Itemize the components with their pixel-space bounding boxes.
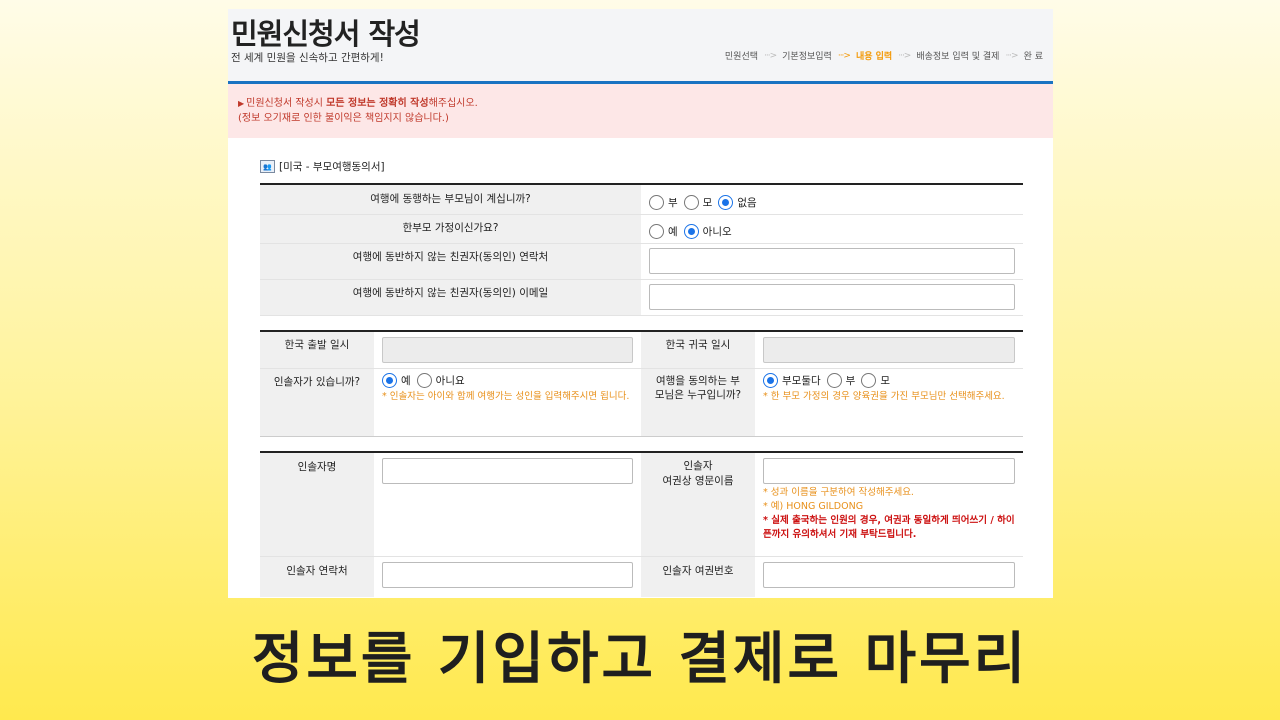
table-row: 인솔자명 인솔자 여권상 영문이름 * 성과 이름을 구분하여 작성해주세요. …: [260, 453, 1023, 557]
escort-phone-input[interactable]: [382, 562, 633, 588]
depart-date-input[interactable]: [382, 337, 633, 363]
radio-circle-selected[interactable]: [382, 373, 397, 388]
escort-hint: * 인솔자는 아이와 함께 여행가는 성인을 입력해주시면 됩니다.: [382, 391, 630, 402]
page-header: 민원신청서 작성 전 세계 민원을 신속하고 간편하게! 민원선택 ···> 기…: [228, 9, 1053, 81]
table-row: 한국 출발 일시 한국 귀국 일시: [260, 332, 1023, 369]
radio-escort-yes[interactable]: 예: [382, 373, 411, 388]
escort-phone-label: 인솔자 연락처: [260, 557, 374, 597]
notice-box: ▶ 민원신청서 작성시 모든 정보는 정확히 작성해주십시오. (정보 오기재로 …: [228, 84, 1053, 138]
people-icon: 👥: [260, 160, 275, 173]
escort-passport-label: 인솔자 여권번호: [641, 557, 755, 597]
radio-circle-selected[interactable]: [718, 195, 734, 210]
escort-eng-name-input[interactable]: [763, 458, 1015, 484]
q3-cell: [641, 244, 1023, 279]
notice-line1: ▶ 민원신청서 작성시 모든 정보는 정확히 작성해주십시오.: [238, 98, 478, 109]
eng-hint-3: * 실제 출국하는 인원의 경우, 여권과 동일하게 띄어쓰기 / 하이픈까지 …: [763, 515, 1015, 540]
radio-none[interactable]: 없음: [718, 191, 757, 214]
radio-circle[interactable]: [416, 373, 432, 388]
step-basic-info: 기본정보입력: [782, 52, 832, 62]
radio-circle-selected[interactable]: [763, 373, 778, 388]
eng-hint-1: * 성과 이름을 구분하여 작성해주세요.: [763, 487, 914, 498]
radio-father[interactable]: 부: [649, 191, 678, 214]
depart-label: 한국 출발 일시: [260, 332, 374, 368]
step-arrow-icon: ···>: [1005, 50, 1018, 61]
radio-circle[interactable]: [649, 195, 664, 210]
step-delivery-payment: 배송정보 입력 및 결제: [916, 52, 1000, 62]
step-content-input: 내용 입력: [855, 52, 893, 62]
radio-consent-father[interactable]: 부: [826, 373, 855, 388]
escort-label: 인솔자가 있습니까?: [260, 369, 374, 436]
caption-text: 정보를 기입하고 결제로 마무리: [251, 627, 1029, 692]
radio-both-parents[interactable]: 부모둘다: [763, 373, 821, 388]
q2-options: 예 아니오: [641, 215, 1023, 243]
page-title: 민원신청서 작성: [231, 17, 421, 51]
radio-circle[interactable]: [649, 224, 664, 239]
table-row: 여행에 동반하지 않는 친권자(동의인) 연락처: [260, 244, 1023, 280]
radio-escort-no[interactable]: 아니요: [416, 373, 465, 388]
screenshot-panel: 민원신청서 작성 전 세계 민원을 신속하고 간편하게! 민원선택 ···> 기…: [228, 9, 1053, 598]
consent-hint: * 한 부모 가정의 경우 양육권을 가진 부모님만 선택해주세요.: [763, 391, 1005, 402]
escort-eng-cell: * 성과 이름을 구분하여 작성해주세요. * 예) HONG GILDONG …: [755, 453, 1023, 556]
return-cell: [755, 332, 1023, 368]
q2-label: 한부모 가정이신가요?: [260, 215, 641, 243]
return-label: 한국 귀국 일시: [641, 332, 755, 368]
radio-circle[interactable]: [683, 195, 699, 210]
triangle-icon: ▶: [238, 99, 245, 108]
radio-circle-selected[interactable]: [683, 224, 699, 239]
q1-options: 부 모 없음: [641, 185, 1023, 214]
escort-eng-label: 인솔자 여권상 영문이름: [641, 453, 755, 556]
radio-consent-mother[interactable]: 모: [861, 373, 890, 388]
table-row: 여행에 동행하는 부모님이 계십니까? 부 모 없음: [260, 185, 1023, 215]
step-complete: 완 료: [1023, 52, 1043, 62]
consent-label: 여행을 동의하는 부모님은 누구입니까?: [641, 369, 755, 436]
step-arrow-icon: ···>: [837, 50, 851, 61]
radio-mother[interactable]: 모: [683, 191, 712, 214]
page-subtitle: 전 세계 민원을 신속하고 간편하게!: [231, 52, 384, 64]
q4-cell: [641, 280, 1023, 315]
escort-phone-cell: [374, 557, 641, 597]
step-arrow-icon: ···>: [764, 50, 777, 61]
consent-table-1: 여행에 동행하는 부모님이 계십니까? 부 모 없음 한부모 가정이신가요? 예…: [260, 183, 1023, 316]
escort-passport-input[interactable]: [763, 562, 1015, 588]
notice-line2: (정보 오기재로 인한 불이익은 책임지지 않습니다.): [238, 113, 449, 124]
table-row: 인솔자 연락처 인솔자 여권번호: [260, 557, 1023, 597]
escort-cell: 예 아니요 * 인솔자는 아이와 함께 여행가는 성인을 입력해주시면 됩니다.: [374, 369, 641, 436]
step-arrow-icon: ···>: [898, 50, 911, 61]
eng-hint-2: * 예) HONG GILDONG: [763, 501, 864, 512]
escort-name-input[interactable]: [382, 458, 633, 484]
escort-name-label: 인솔자명: [260, 453, 374, 556]
escort-passport-cell: [755, 557, 1023, 597]
radio-circle[interactable]: [861, 373, 877, 388]
escort-table: 인솔자명 인솔자 여권상 영문이름 * 성과 이름을 구분하여 작성해주세요. …: [260, 451, 1023, 597]
radio-yes[interactable]: 예: [649, 220, 678, 243]
section-title: 👥 [미국 - 부모여행동의서]: [260, 159, 385, 174]
q3-label: 여행에 동반하지 않는 친권자(동의인) 연락처: [260, 244, 641, 279]
q1-label: 여행에 동행하는 부모님이 계십니까?: [260, 185, 641, 214]
escort-name-cell: [374, 453, 641, 556]
progress-steps: 민원선택 ···> 기본정보입력 ···> 내용 입력 ···> 배송정보 입력…: [724, 49, 1043, 63]
radio-no[interactable]: 아니오: [683, 220, 732, 243]
table-row: 한부모 가정이신가요? 예 아니오: [260, 215, 1023, 244]
q4-label: 여행에 동반하지 않는 친권자(동의인) 이메일: [260, 280, 641, 315]
escort-options: 예 아니요: [382, 373, 633, 388]
step-select: 민원선택: [724, 52, 759, 62]
consent-options: 부모둘다 부 모: [763, 373, 1015, 388]
guardian-phone-input[interactable]: [649, 248, 1015, 274]
radio-circle[interactable]: [826, 373, 842, 388]
table-row: 여행에 동반하지 않는 친권자(동의인) 이메일: [260, 280, 1023, 316]
travel-table: 한국 출발 일시 한국 귀국 일시 인솔자가 있습니까? 예 아니요 * 인솔자…: [260, 330, 1023, 437]
depart-cell: [374, 332, 641, 368]
return-date-input[interactable]: [763, 337, 1015, 363]
consent-cell: 부모둘다 부 모 * 한 부모 가정의 경우 양육권을 가진 부모님만 선택해주…: [755, 369, 1023, 436]
guardian-email-input[interactable]: [649, 284, 1015, 310]
table-row: 인솔자가 있습니까? 예 아니요 * 인솔자는 아이와 함께 여행가는 성인을 …: [260, 369, 1023, 437]
